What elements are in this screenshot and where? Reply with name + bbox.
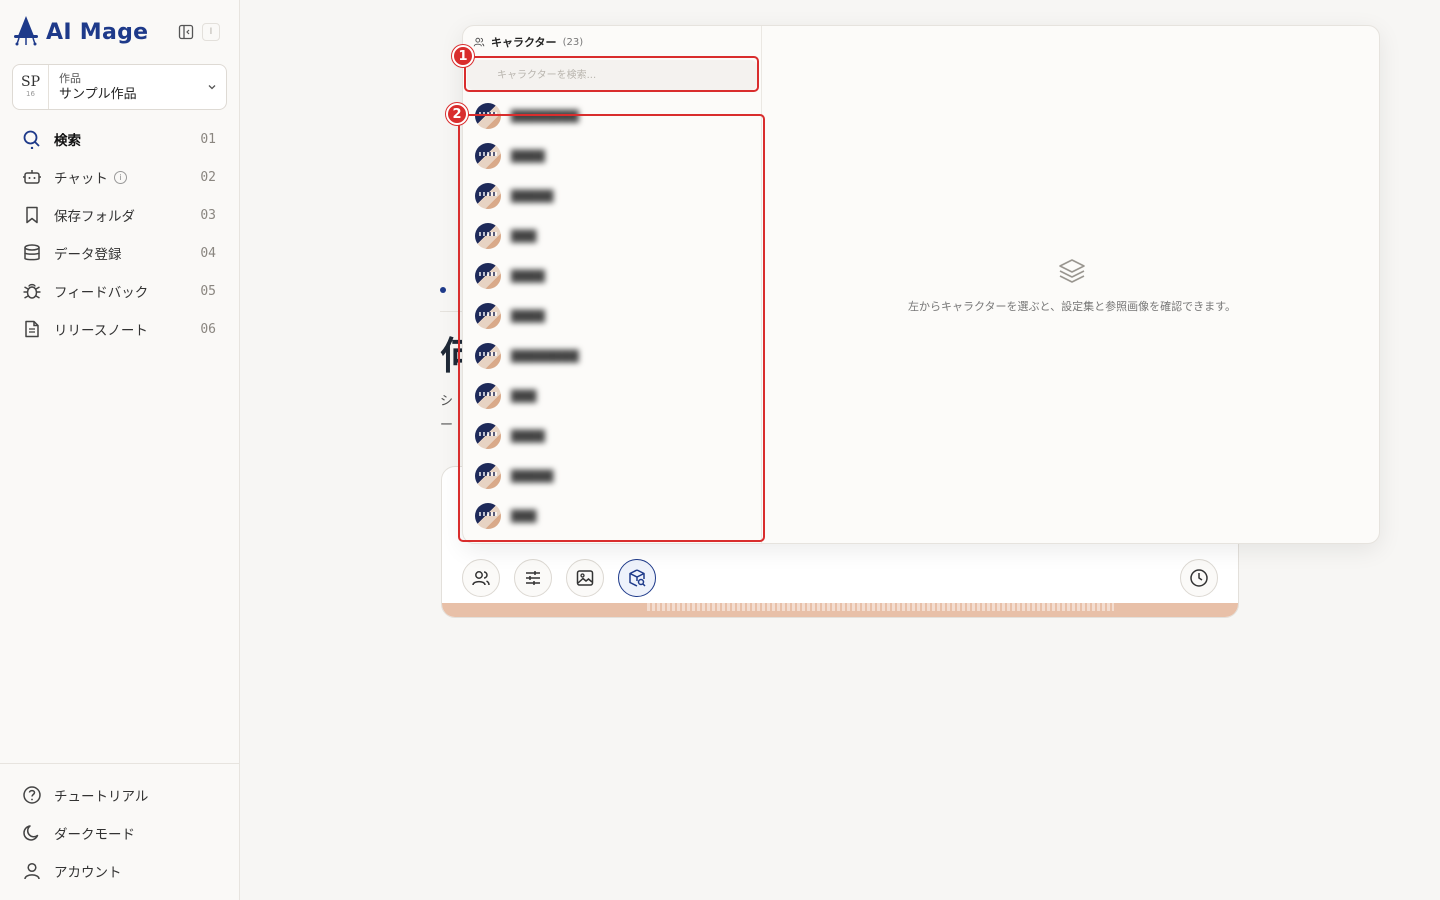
nav-label: チャット bbox=[54, 171, 108, 187]
panel-left-icon bbox=[178, 24, 194, 40]
package-search-button[interactable] bbox=[618, 559, 656, 597]
annotation-box-2 bbox=[458, 114, 765, 542]
footer-label: アカウント bbox=[54, 865, 122, 881]
project-badge-text: SP bbox=[20, 74, 40, 90]
image-upload-button[interactable] bbox=[566, 559, 604, 597]
nav-item-feedback[interactable]: フィードバック 05 bbox=[12, 272, 228, 310]
nav-item-search[interactable]: 検索 01 bbox=[12, 120, 228, 158]
info-icon[interactable]: i bbox=[113, 170, 127, 184]
image-icon bbox=[576, 570, 594, 586]
character-panel-title: キャラクター bbox=[491, 36, 557, 49]
package-search-icon bbox=[629, 569, 646, 587]
project-label: 作品 bbox=[59, 71, 81, 85]
nav-label: 保存フォルダ bbox=[54, 209, 135, 225]
layers-icon bbox=[763, 256, 1379, 290]
nav-label: リリースノート bbox=[54, 323, 148, 339]
moon-icon bbox=[22, 823, 42, 843]
tutorial-link[interactable]: チュートリアル bbox=[12, 776, 227, 814]
nav-label: 検索 bbox=[54, 133, 81, 149]
shortcut-button[interactable]: I bbox=[202, 23, 220, 41]
nav-code: 06 bbox=[200, 321, 216, 337]
wizard-hat-icon bbox=[12, 14, 40, 50]
project-badge-number: 16 bbox=[26, 90, 35, 98]
history-button[interactable] bbox=[1180, 559, 1218, 597]
nav-code: 01 bbox=[200, 131, 216, 147]
nav-label: フィードバック bbox=[54, 285, 149, 301]
database-icon bbox=[22, 243, 42, 263]
nav-code: 03 bbox=[200, 207, 216, 223]
help-icon bbox=[22, 785, 42, 805]
nav-item-saved-folder[interactable]: 保存フォルダ 03 bbox=[12, 196, 228, 234]
bug-icon bbox=[22, 281, 42, 301]
progress-bar bbox=[442, 603, 1238, 617]
sliders-icon bbox=[526, 571, 540, 585]
nav-code: 04 bbox=[200, 245, 216, 261]
project-name: サンプル作品 bbox=[59, 86, 137, 102]
search-icon bbox=[22, 129, 42, 149]
chevron-down-icon bbox=[198, 81, 226, 93]
sidebar: AI Mage I SP 16 作品 サンプル作品 検索 01 チャット i 0… bbox=[0, 0, 240, 900]
nav-item-release-notes[interactable]: リリースノート 06 bbox=[12, 310, 228, 348]
annotation-box-1 bbox=[464, 56, 759, 92]
users-icon bbox=[472, 571, 490, 586]
nav-item-data-register[interactable]: データ登録 04 bbox=[12, 234, 228, 272]
character-filter-button[interactable] bbox=[462, 559, 500, 597]
settings-filter-button[interactable] bbox=[514, 559, 552, 597]
users-icon bbox=[473, 33, 485, 52]
footer-label: チュートリアル bbox=[54, 789, 149, 805]
step-indicator bbox=[440, 287, 446, 293]
dark-mode-toggle[interactable]: ダークモード bbox=[12, 814, 227, 852]
annotation-badge-2: 2 bbox=[446, 103, 468, 125]
clock-icon bbox=[1190, 569, 1208, 587]
character-panel-header: キャラクター (23) bbox=[473, 34, 583, 50]
sidebar-toggle-button[interactable] bbox=[176, 22, 196, 42]
nav-label: データ登録 bbox=[54, 247, 122, 263]
account-link[interactable]: アカウント bbox=[12, 852, 227, 890]
nav-code: 02 bbox=[200, 169, 216, 185]
nav-code: 05 bbox=[200, 283, 216, 299]
empty-state-message: 左からキャラクターを選ぶと、設定集と参照画像を確認できます。 bbox=[907, 300, 1237, 313]
document-icon bbox=[22, 319, 42, 339]
bookmark-icon bbox=[22, 205, 42, 225]
footer-label: ダークモード bbox=[54, 827, 135, 843]
project-selector[interactable]: SP 16 作品 サンプル作品 bbox=[12, 64, 227, 110]
nav-item-chat[interactable]: チャット i 02 bbox=[12, 158, 228, 196]
annotation-badge-1: 1 bbox=[452, 45, 474, 67]
character-count: (23) bbox=[562, 36, 584, 48]
page-subtitle: シ bbox=[440, 394, 454, 409]
progress-fill bbox=[647, 603, 1114, 611]
main-nav: 検索 01 チャット i 02 保存フォルダ 03 データ登録 04 フィードバ… bbox=[12, 120, 228, 348]
user-icon bbox=[22, 861, 42, 881]
brand-name: AI Mage bbox=[46, 19, 149, 45]
project-badge: SP 16 bbox=[13, 65, 49, 109]
page-subtitle-2: ー bbox=[440, 418, 454, 433]
bot-icon bbox=[22, 167, 42, 187]
brand-logo[interactable]: AI Mage bbox=[12, 14, 148, 50]
sidebar-footer: チュートリアル ダークモード アカウント bbox=[0, 763, 239, 890]
empty-state: 左からキャラクターを選ぶと、設定集と参照画像を確認できます。 bbox=[763, 256, 1379, 314]
